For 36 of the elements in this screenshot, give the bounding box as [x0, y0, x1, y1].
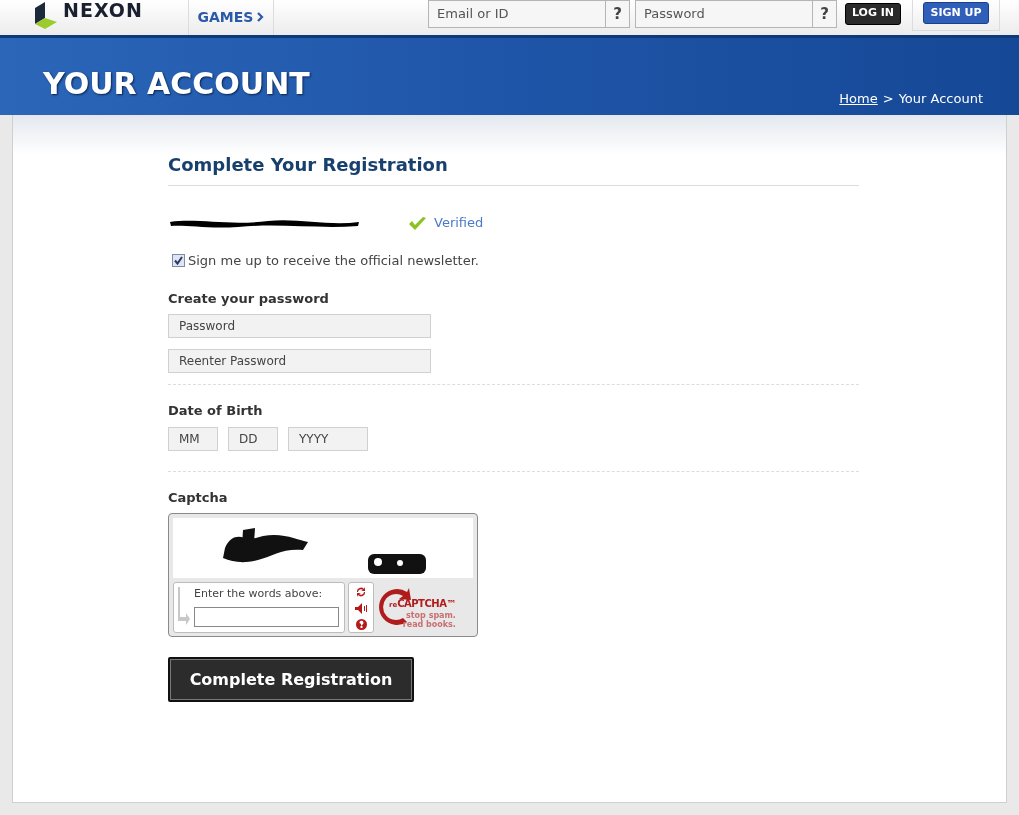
section-label: Create your password — [168, 289, 330, 308]
date-input[interactable]: YYYY — [288, 426, 368, 451]
password-field[interactable]: Password — [635, 0, 813, 28]
email-field[interactable]: Email or ID — [428, 0, 606, 28]
recaptcha-brand: CAPTCHA™ — [397, 597, 456, 611]
captcha-prompt: Enter the words above: — [194, 586, 324, 602]
breadcrumb-current: Your Account — [898, 89, 983, 108]
checkbox[interactable] — [172, 254, 185, 268]
page-title: YOUR ACCOUNT — [43, 65, 310, 103]
help-button[interactable]: ? — [606, 0, 630, 28]
section-label: Captcha — [168, 488, 229, 507]
recaptcha-tagline: stop spam. — [406, 611, 456, 620]
arrow-icon — [178, 587, 190, 625]
audio-icon[interactable] — [354, 602, 368, 614]
breadcrumb-link[interactable]: Home — [839, 88, 878, 108]
newsletter-label: Sign me up to receive the official newsletter. — [188, 252, 479, 270]
logo-text: NEXON — [63, 0, 143, 24]
check-icon — [408, 215, 427, 231]
help-button[interactable]: ? — [813, 0, 837, 28]
reload-icon[interactable] — [355, 585, 367, 598]
signup-button[interactable]: SIGN UP — [923, 2, 989, 24]
help-icon[interactable] — [355, 618, 367, 630]
login-button[interactable]: LOG IN — [845, 2, 901, 25]
breadcrumb-separator: > — [882, 89, 894, 108]
games-menu[interactable]: GAMES — [187, 0, 274, 35]
recaptcha-tagline: read books. — [402, 620, 456, 629]
complete-registration-button[interactable]: Complete Registration — [168, 657, 414, 702]
section-label: Date of Birth — [168, 402, 264, 420]
password-input[interactable]: Reenter Password — [168, 349, 431, 373]
date-input[interactable]: MM — [168, 426, 218, 451]
chevron-icon — [257, 12, 265, 22]
password-input[interactable]: Password — [168, 314, 431, 338]
captcha-input[interactable] — [194, 606, 339, 627]
verified-status: Verified — [434, 214, 484, 233]
form-heading: Complete Your Registration — [168, 151, 859, 186]
date-input[interactable]: DD — [228, 426, 278, 451]
